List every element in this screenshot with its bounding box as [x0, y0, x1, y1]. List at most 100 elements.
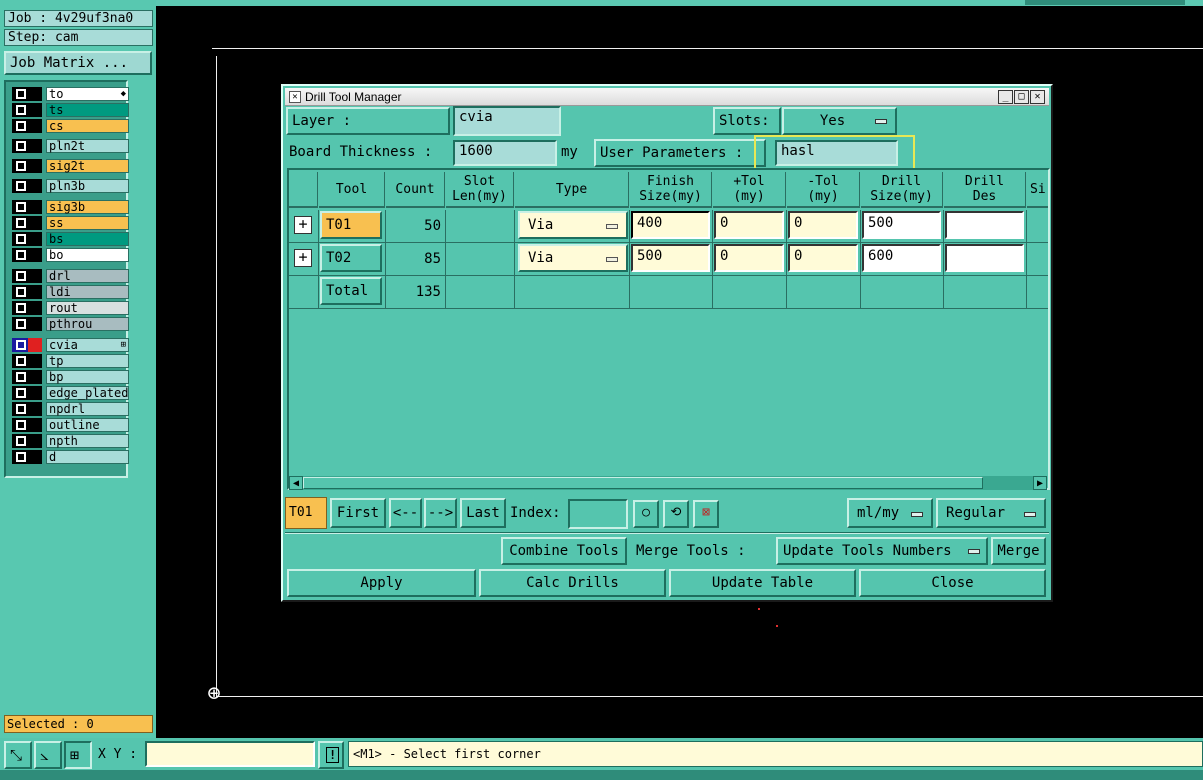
close-button[interactable]: Close — [859, 569, 1046, 597]
layer-row[interactable]: d — [10, 449, 130, 464]
layer-name[interactable]: bs — [46, 232, 129, 246]
layer-checkbox[interactable] — [12, 418, 42, 432]
tool-button-t01[interactable]: T01 — [320, 211, 382, 239]
drill-des-input[interactable] — [945, 211, 1024, 239]
layer-row[interactable]: outline — [10, 417, 130, 432]
layer-row[interactable]: cvia ⊞ — [10, 337, 130, 352]
layer-label-button[interactable]: Layer : — [286, 107, 450, 135]
board-thickness-field[interactable]: 1600 — [453, 140, 557, 166]
layer-checkbox[interactable] — [12, 216, 42, 230]
type-dropdown[interactable]: Via — [518, 244, 628, 272]
dialog-titlebar[interactable]: ✕ Drill Tool Manager _ □ ✕ — [285, 88, 1049, 106]
merge-option-dropdown[interactable]: Update Tools Numbers — [776, 537, 988, 565]
layer-checkbox[interactable] — [12, 402, 42, 416]
drill-des-input[interactable] — [945, 244, 1024, 272]
plus-tol-input[interactable]: 0 — [714, 244, 784, 272]
layer-checkbox[interactable] — [12, 248, 42, 262]
delete-icon[interactable]: ⊠ — [693, 500, 719, 528]
layer-checkbox[interactable] — [12, 179, 42, 193]
layer-checkbox[interactable] — [12, 450, 42, 464]
layer-row[interactable]: ts — [10, 102, 130, 117]
layer-name[interactable]: rout — [46, 301, 129, 315]
layer-row[interactable]: rout — [10, 300, 130, 315]
layer-name[interactable]: sig2t — [46, 159, 129, 173]
layer-name[interactable]: edge_plated — [46, 386, 129, 400]
minus-tol-input[interactable]: 0 — [788, 244, 858, 272]
layer-name[interactable]: to ◆ — [46, 87, 129, 101]
layer-checkbox[interactable] — [12, 338, 42, 352]
layer-row[interactable]: pthrou — [10, 316, 130, 331]
plus-tol-input[interactable]: 0 — [714, 211, 784, 239]
layer-name[interactable]: npth — [46, 434, 129, 448]
drill-size-input[interactable]: 500 — [862, 211, 941, 239]
slots-dropdown[interactable]: Yes — [782, 107, 897, 135]
layer-row[interactable]: bp — [10, 369, 130, 384]
index-input[interactable] — [568, 499, 628, 529]
layer-name[interactable]: pln2t — [46, 139, 129, 153]
layer-checkbox[interactable] — [12, 386, 42, 400]
layer-name[interactable]: outline — [46, 418, 129, 432]
update-table-button[interactable]: Update Table — [669, 569, 856, 597]
minimize-icon[interactable]: _ — [998, 90, 1013, 104]
layer-checkbox[interactable] — [12, 317, 42, 331]
layer-row[interactable]: drl — [10, 268, 130, 283]
last-button[interactable]: Last — [460, 498, 506, 528]
layer-row[interactable]: ss — [10, 215, 130, 230]
minus-tol-input[interactable]: 0 — [788, 211, 858, 239]
layer-row[interactable]: ldi — [10, 284, 130, 299]
layer-checkbox[interactable] — [12, 370, 42, 384]
job-matrix-button[interactable]: Job Matrix ... — [4, 51, 152, 75]
layer-row[interactable]: pln2t — [10, 138, 130, 153]
close-icon[interactable]: ✕ — [1030, 90, 1045, 104]
layer-checkbox[interactable] — [12, 103, 42, 117]
layer-field[interactable]: cvia — [453, 106, 561, 136]
layer-name[interactable]: cs — [46, 119, 129, 133]
layer-checkbox[interactable] — [12, 200, 42, 214]
layer-checkbox[interactable] — [12, 269, 42, 283]
layer-name[interactable]: tp — [46, 354, 129, 368]
layer-row[interactable]: bs — [10, 231, 130, 246]
info-icon[interactable]: ! — [318, 741, 344, 769]
expand-row-icon[interactable]: + — [294, 249, 312, 267]
combine-tools-button[interactable]: Combine Tools — [501, 537, 627, 565]
total-button[interactable]: Total — [320, 277, 382, 305]
layer-name[interactable]: cvia ⊞ — [46, 338, 129, 352]
drill-size-input[interactable]: 600 — [862, 244, 941, 272]
scroll-right-icon[interactable]: ▶ — [1033, 476, 1047, 490]
layer-row[interactable]: cs — [10, 118, 130, 133]
finish-size-input[interactable]: 400 — [631, 211, 710, 239]
layer-checkbox[interactable] — [12, 232, 42, 246]
tool-button-t02[interactable]: T02 — [320, 244, 382, 272]
bulb-icon[interactable]: ○ — [633, 500, 659, 528]
layer-name[interactable]: d — [46, 450, 129, 464]
finish-size-input[interactable]: 500 — [631, 244, 710, 272]
layer-checkbox[interactable] — [12, 139, 42, 153]
layer-checkbox[interactable] — [12, 119, 42, 133]
layer-checkbox[interactable] — [12, 354, 42, 368]
layer-row[interactable]: pln3b — [10, 178, 130, 193]
layer-name[interactable]: pln3b — [46, 179, 129, 193]
layer-checkbox[interactable] — [12, 285, 42, 299]
refresh-icon[interactable]: ⟲ — [663, 500, 689, 528]
layer-row[interactable]: tp — [10, 353, 130, 368]
layer-name[interactable]: ts — [46, 103, 129, 117]
scrollbar-thumb[interactable] — [303, 477, 983, 489]
layer-name[interactable]: ss — [46, 216, 129, 230]
layer-name[interactable]: npdrl — [46, 402, 129, 416]
first-button[interactable]: First — [330, 498, 386, 528]
layer-row[interactable]: to ◆ — [10, 86, 130, 101]
layer-checkbox[interactable] — [12, 159, 42, 173]
layer-row[interactable]: bo — [10, 247, 130, 262]
zoom-tool-icon[interactable]: ⤡ — [4, 741, 32, 769]
layer-row[interactable]: sig2t — [10, 158, 130, 173]
xy-input[interactable] — [145, 741, 315, 767]
measure-tool-icon[interactable]: ⦣ — [34, 741, 62, 769]
calc-drills-button[interactable]: Calc Drills — [479, 569, 666, 597]
layer-name[interactable]: ldi — [46, 285, 129, 299]
user-parameters-button[interactable]: User Parameters : — [594, 139, 766, 167]
type-dropdown[interactable]: Via — [518, 211, 628, 239]
table-horizontal-scrollbar[interactable]: ◀ ▶ — [289, 476, 1047, 490]
merge-button[interactable]: Merge — [991, 537, 1046, 565]
layer-name[interactable]: sig3b — [46, 200, 129, 214]
layer-checkbox[interactable] — [12, 434, 42, 448]
